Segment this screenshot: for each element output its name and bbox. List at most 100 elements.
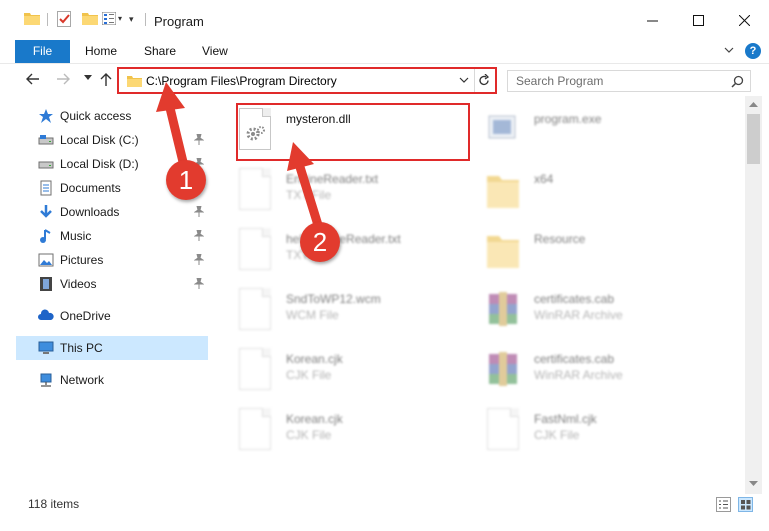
folder-icon — [24, 13, 40, 25]
tab-file[interactable]: File — [15, 40, 70, 63]
scroll-down-icon[interactable] — [749, 481, 758, 487]
item-count: 118 items — [28, 497, 80, 511]
close-button[interactable] — [721, 0, 767, 40]
recent-locations-icon[interactable] — [84, 75, 92, 81]
up-arrow-icon[interactable] — [100, 73, 112, 87]
sidebar-item-music[interactable]: Music — [16, 224, 208, 248]
chevron-down-icon[interactable] — [459, 75, 469, 85]
videos-icon — [40, 277, 52, 291]
file-item[interactable]: FastNml.cjk CJK File — [485, 406, 725, 466]
address-bar[interactable]: C:\Program Files\Program Directory — [117, 67, 497, 94]
sidebar-item-pictures[interactable]: Pictures — [16, 248, 208, 272]
details-view-icon[interactable] — [716, 497, 731, 512]
sidebar-item-videos[interactable]: Videos — [16, 272, 208, 296]
file-type: CJK File — [534, 428, 580, 442]
text-file-icon — [237, 168, 273, 212]
file-name: SndToWP12.wcm — [286, 292, 381, 306]
sidebar-item-onedrive[interactable]: OneDrive — [16, 304, 208, 328]
navigation-pane: Quick access Local Disk (C:) Local Disk … — [0, 96, 212, 494]
file-name: x64 — [534, 172, 554, 186]
search-icon[interactable] — [731, 75, 744, 88]
chevron-down-icon[interactable]: ▾ — [118, 14, 122, 23]
vertical-scrollbar[interactable] — [745, 96, 762, 494]
sidebar-item-label: Music — [60, 229, 92, 243]
customize-toolbar-icon[interactable]: ▾ — [129, 14, 134, 25]
file-name: Korean.cjk — [286, 352, 343, 366]
sidebar-item-downloads[interactable]: Downloads — [16, 200, 208, 224]
file-item[interactable]: helpEngineReader.txt TXT File — [237, 226, 477, 286]
file-item[interactable]: Korean.cjk CJK File — [237, 346, 477, 406]
ribbon-tabs: File Home Share View ? — [0, 40, 769, 63]
pictures-icon — [38, 253, 54, 267]
file-type: CJK File — [286, 428, 332, 442]
documents-icon — [40, 180, 52, 196]
file-item[interactable]: Resource — [485, 226, 725, 286]
file-name: certificates.cab — [534, 352, 615, 366]
file-item[interactable]: Korean.cjk CJK File — [237, 406, 477, 466]
sidebar-item-local-disk-c[interactable]: Local Disk (C:) — [16, 128, 208, 152]
forward-arrow-icon[interactable] — [56, 73, 70, 85]
file-type: WinRAR Archive — [534, 308, 623, 322]
file-name: FastNml.cjk — [534, 412, 597, 426]
file-item[interactable]: certificates.cab WinRAR Archive — [485, 346, 725, 406]
sidebar-item-label: OneDrive — [60, 309, 111, 323]
minimize-button[interactable] — [629, 0, 675, 40]
file-item[interactable]: certificates.cab WinRAR Archive — [485, 286, 725, 346]
file-highlight-box — [236, 103, 470, 161]
search-input[interactable]: Search Program — [507, 70, 751, 92]
file-name: program.exe — [534, 112, 602, 126]
sidebar-item-label: This PC — [60, 341, 103, 355]
file-item[interactable]: program.exe — [485, 106, 725, 166]
sidebar-item-label: Local Disk (C:) — [60, 133, 139, 147]
separator — [47, 13, 48, 26]
file-item[interactable]: SndToWP12.wcm WCM File — [237, 286, 477, 346]
tab-view[interactable]: View — [202, 40, 228, 63]
pin-icon[interactable] — [194, 230, 204, 241]
file-item[interactable]: x64 — [485, 166, 725, 226]
computer-icon — [38, 341, 54, 354]
text-file-icon — [237, 228, 273, 272]
refresh-icon[interactable] — [478, 74, 490, 87]
maximize-button[interactable] — [675, 0, 721, 40]
large-icons-view-icon[interactable] — [738, 497, 753, 512]
folder-icon — [485, 168, 521, 212]
expand-ribbon-icon[interactable] — [724, 45, 734, 55]
star-icon — [39, 109, 53, 123]
address-path[interactable]: C:\Program Files\Program Directory — [146, 74, 337, 88]
help-icon[interactable]: ? — [745, 43, 761, 59]
file-icon — [485, 408, 521, 452]
properties-icon[interactable] — [57, 11, 71, 27]
new-folder-icon[interactable] — [82, 12, 98, 25]
drive-icon — [38, 161, 54, 169]
file-type: WCM File — [286, 308, 339, 322]
file-icon — [237, 408, 273, 452]
separator — [145, 13, 146, 26]
file-type: WinRAR Archive — [534, 368, 623, 382]
drive-icon — [38, 135, 54, 145]
status-bar: 118 items — [0, 494, 769, 516]
tab-share[interactable]: Share — [144, 40, 176, 63]
tab-home[interactable]: Home — [85, 40, 117, 63]
sidebar-item-quick-access[interactable]: Quick access — [16, 104, 208, 128]
sidebar-item-label: Network — [60, 373, 105, 387]
network-icon — [40, 373, 52, 387]
folder-icon — [485, 228, 521, 272]
file-type: CJK File — [286, 368, 332, 382]
title-bar: ▾ ▾ Program — [0, 0, 769, 40]
file-item[interactable]: EngineReader.txt TXT File — [237, 166, 477, 226]
file-type: TXT File — [286, 188, 332, 202]
pin-icon[interactable] — [194, 254, 204, 265]
pin-icon[interactable] — [194, 206, 204, 217]
sidebar-item-label: Quick access — [60, 109, 132, 123]
sidebar-item-label: Local Disk (D:) — [60, 157, 139, 171]
sidebar-item-this-pc[interactable]: This PC — [16, 336, 208, 360]
pin-icon[interactable] — [194, 134, 204, 145]
scrollbar-thumb[interactable] — [747, 114, 760, 164]
back-arrow-icon[interactable] — [26, 73, 40, 85]
rename-icon[interactable] — [102, 12, 116, 25]
sidebar-item-network[interactable]: Network — [16, 368, 208, 392]
cloud-icon — [38, 309, 54, 320]
search-placeholder: Search Program — [516, 74, 604, 88]
pin-icon[interactable] — [194, 278, 204, 289]
scroll-up-icon[interactable] — [749, 101, 758, 107]
